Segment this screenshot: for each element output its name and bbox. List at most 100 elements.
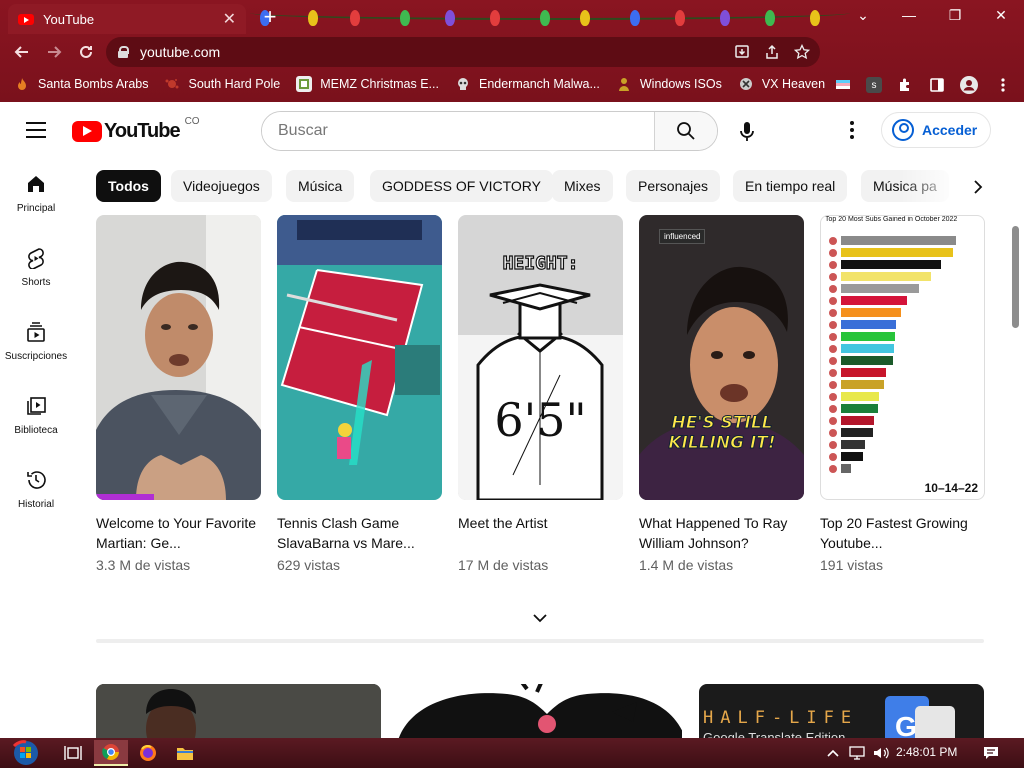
memz-icon [296,76,313,92]
back-button[interactable] [6,36,38,68]
chip-todos[interactable]: Todos [96,170,161,202]
vx-icon [738,76,754,92]
chip-goddess-of-victory[interactable]: GODDESS OF VICTORY [370,170,553,202]
show-hidden-icons-button[interactable] [822,740,844,766]
bookmark-item[interactable]: Windows ISOs [616,76,722,92]
chip-en-tiempo-real[interactable]: En tiempo real [733,170,848,202]
thumbnail-date: 10–14–22 [924,481,978,495]
library-icon [27,396,46,415]
short-card[interactable]: Tennis Clash Game SlavaBarna vs Mare... … [277,215,442,573]
bookmark-item[interactable]: MEMZ Christmas E... [296,76,439,92]
bookmark-item[interactable]: Endermanch Malwa... [455,76,600,92]
network-button[interactable] [846,740,868,766]
guide-item-biblioteca[interactable]: Biblioteca [0,380,72,450]
short-title[interactable]: Top 20 Fastest Growing Youtube... [820,513,985,553]
chip-videojuegos[interactable]: Videojuegos [171,170,272,202]
short-title[interactable]: Tennis Clash Game SlavaBarna vs Mare... [277,513,442,553]
thumbnail-bar-race [829,236,956,473]
short-thumbnail[interactable]: HEIGHT: 6'5" [458,215,623,500]
taskbar-firefox-button[interactable] [131,740,165,766]
thumbnail-half-life-text: HALF-LIFE [703,708,859,728]
short-card[interactable]: Welcome to Your Favorite Martian: Ge... … [96,215,261,573]
minimize-button[interactable]: — [886,0,932,30]
guide-item-historial[interactable]: Historial [0,454,72,524]
start-button[interactable] [6,740,46,766]
short-title[interactable]: Meet the Artist [458,513,623,553]
volume-button[interactable] [870,740,892,766]
windows-start-orb-icon [12,740,38,765]
short-view-count: 629 vistas [277,557,341,573]
chip-bar-next-button[interactable] [964,174,992,200]
share-icon[interactable] [764,44,780,60]
chevron-right-icon [974,180,983,194]
reload-button[interactable] [70,36,102,68]
tab-youtube[interactable]: YouTube ✕ [8,4,246,34]
tab-strip: YouTube ✕ + ⌄ — ❐ ✕ [0,0,1024,34]
show-more-button[interactable] [530,608,550,628]
short-title[interactable]: What Happened To Ray William Johnson? [639,513,804,553]
task-view-button[interactable] [56,740,90,766]
guide-item-suscripciones[interactable]: Suscripciones [0,306,72,376]
firefox-icon [140,744,156,761]
settings-more-icon[interactable] [840,118,864,142]
install-app-icon[interactable] [734,44,750,60]
lock-icon[interactable] [118,46,129,58]
action-center-button[interactable] [978,740,1004,766]
close-window-button[interactable]: ✕ [978,0,1024,30]
guide-item-shorts[interactable]: Shorts [0,232,72,302]
bookmark-item[interactable]: VX Heaven [738,76,825,92]
short-thumbnail[interactable]: Top 20 Most Subs Gained in October 2022 [820,215,985,500]
thumbnail-badge: influenced [659,229,706,244]
shorts-shelf: Welcome to Your Favorite Martian: Ge... … [96,215,986,585]
chip-mixes[interactable]: Mixes [552,170,613,202]
taskbar-chrome-button[interactable] [94,740,128,766]
youtube-favicon-icon [18,13,34,25]
filter-chip-bar: Todos Videojuegos Música GODDESS OF VICT… [96,170,996,202]
address-bar[interactable]: youtube.com [106,37,820,67]
video-thumbnail[interactable]: HALF-LIFE Google Translate Edition G [699,684,984,744]
tab-close-icon[interactable]: ✕ [223,9,236,29]
youtube-masthead: YouTube CO Acceder [0,102,1024,158]
sign-in-button[interactable]: Acceder [881,112,991,148]
notification-icon [984,747,998,759]
bookmarks-bar: Santa Bombs Arabs South Hard Pole MEMZ C… [0,70,1024,98]
thumbnail-caption: HE'S STILL KILLING IT! [668,413,776,454]
guide-menu-icon[interactable] [26,122,46,138]
christmas-lights-decoration [250,0,850,34]
youtube-logo[interactable]: YouTube CO [72,116,200,142]
video-thumbnail[interactable] [96,684,381,744]
taskbar-file-explorer-button[interactable] [168,740,202,766]
splat-icon [164,76,180,92]
shorts-icon [28,247,44,269]
forward-button[interactable] [38,36,70,68]
short-thumbnail[interactable]: influenced HE'S STILL KILLING IT! [639,215,804,500]
short-card[interactable]: Top 20 Most Subs Gained in October 2022 [820,215,985,573]
mini-guide: Principal Shorts Suscripciones Bibliotec… [0,158,72,738]
bookmark-item[interactable]: Santa Bombs Arabs [14,76,148,92]
folder-icon [177,748,193,760]
youtube-play-icon [72,120,102,142]
maximize-button[interactable]: ❐ [932,0,978,30]
tab-search-button[interactable]: ⌄ [840,0,886,30]
bookmark-item[interactable]: South Hard Pole [164,76,280,92]
thumbnail-height-text: HEIGHT: [502,252,579,274]
taskbar-clock[interactable]: 2:48:01 PM [896,745,957,759]
search-button[interactable] [654,112,717,150]
bookmark-star-icon[interactable] [794,44,810,60]
new-tab-button[interactable]: + [258,6,282,30]
search-box [261,111,718,151]
chip-personajes[interactable]: Personajes [626,170,721,202]
short-thumbnail[interactable] [96,215,261,500]
guide-item-principal[interactable]: Principal [0,158,72,228]
short-thumbnail[interactable] [277,215,442,500]
voice-search-button[interactable] [727,112,767,152]
search-input[interactable] [262,112,654,150]
short-card[interactable]: HEIGHT: 6'5" Meet the Artist 17 M de vis… [458,215,623,573]
chip-musica[interactable]: Música [286,170,355,202]
back-arrow-icon [14,46,28,58]
short-title[interactable]: Welcome to Your Favorite Martian: Ge... [96,513,261,553]
page-scrollbar-thumb[interactable] [1012,226,1019,328]
video-thumbnail[interactable] [397,684,682,744]
short-card[interactable]: influenced HE'S STILL KILLING IT! What H… [639,215,804,573]
url-text[interactable]: youtube.com [140,44,220,60]
